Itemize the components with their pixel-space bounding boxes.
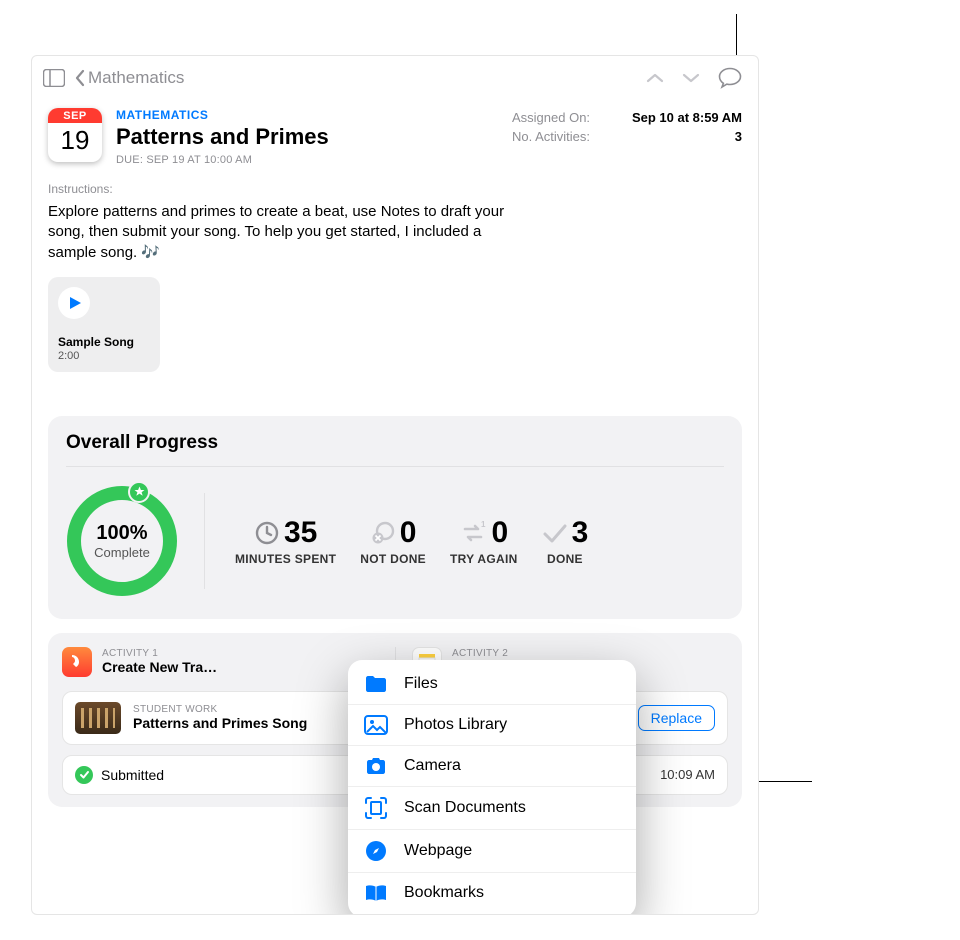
back-label: Mathematics <box>88 68 184 88</box>
stat-tryagain: 1 0 TRY AGAIN <box>450 516 518 566</box>
attachment-title: Sample Song <box>58 335 150 349</box>
garageband-icon <box>62 647 92 677</box>
app-window: Mathematics SEP 19 MATHEMATICS Patterns … <box>31 55 759 915</box>
assignment-title: Patterns and Primes <box>116 124 498 150</box>
work-thumbnail <box>75 702 121 734</box>
clock-icon <box>254 520 280 546</box>
stat-done: 3 DONE <box>542 516 589 566</box>
submitted-time: 10:09 AM <box>660 767 715 782</box>
menu-item-photos[interactable]: Photos Library <box>348 704 636 745</box>
subject-label: MATHEMATICS <box>116 108 498 122</box>
sidebar-toggle-button[interactable] <box>42 66 66 90</box>
progress-percent-label: Complete <box>94 545 150 560</box>
progress-ring: 100% Complete <box>66 485 196 597</box>
notdone-label: NOT DONE <box>360 552 426 566</box>
calendar-month: SEP <box>48 108 102 123</box>
attachment-sample-song[interactable]: Sample Song 2:00 <box>48 277 160 372</box>
back-button[interactable]: Mathematics <box>74 68 184 88</box>
play-button[interactable] <box>58 287 90 319</box>
chevron-up-icon <box>646 72 664 84</box>
instructions-label: Instructions: <box>48 182 742 196</box>
nav-bar: Mathematics <box>32 56 758 100</box>
comment-button[interactable] <box>718 67 742 89</box>
menu-item-scan[interactable]: Scan Documents <box>348 786 636 829</box>
overall-progress-card: Overall Progress 100% Complete <box>48 416 742 619</box>
menu-item-camera[interactable]: Camera <box>348 745 636 786</box>
compass-icon <box>364 840 388 862</box>
attachment-duration: 2:00 <box>58 350 150 362</box>
minutes-value: 35 <box>284 516 317 550</box>
menu-label: Photos Library <box>404 716 507 734</box>
activity-1-name: Create New Tra… <box>102 659 217 675</box>
menu-item-files[interactable]: Files <box>348 664 636 704</box>
play-icon <box>68 296 82 310</box>
instructions-text: Explore patterns and primes to create a … <box>48 202 518 263</box>
due-label: DUE: SEP 19 AT 10:00 AM <box>116 154 498 166</box>
tryagain-value: 0 <box>491 516 508 550</box>
student-work-name: Patterns and Primes Song <box>133 715 307 731</box>
speech-bubble-icon <box>718 67 742 89</box>
notdone-icon <box>370 520 396 546</box>
done-label: DONE <box>542 552 589 566</box>
scan-icon <box>364 797 388 819</box>
menu-item-bookmarks[interactable]: Bookmarks <box>348 872 636 913</box>
notdone-value: 0 <box>400 516 417 550</box>
stat-minutes: 35 MINUTES SPENT <box>235 516 336 566</box>
next-button[interactable] <box>682 72 700 84</box>
prev-button[interactable] <box>646 72 664 84</box>
folder-icon <box>364 674 388 694</box>
menu-label: Webpage <box>404 842 472 860</box>
minutes-label: MINUTES SPENT <box>235 552 336 566</box>
calendar-badge: SEP 19 <box>48 108 102 162</box>
activity-2-label: ACTIVITY 2 <box>452 648 538 659</box>
calendar-day: 19 <box>48 123 102 156</box>
assigned-on-value: Sep 10 at 8:59 AM <box>632 110 742 125</box>
menu-label: Scan Documents <box>404 799 526 817</box>
tryagain-label: TRY AGAIN <box>450 552 518 566</box>
student-work-label: STUDENT WORK <box>133 704 307 715</box>
chevron-left-icon <box>74 69 86 87</box>
add-source-menu: Files Photos Library Camera Scan Documen… <box>348 660 636 915</box>
photo-icon <box>364 715 388 735</box>
done-value: 3 <box>572 516 589 550</box>
menu-label: Camera <box>404 757 461 775</box>
activities-count-value: 3 <box>735 129 742 144</box>
overall-progress-heading: Overall Progress <box>66 432 724 454</box>
activities-count-label: No. Activities: <box>512 129 590 144</box>
menu-label: Bookmarks <box>404 884 484 902</box>
progress-percent: 100% <box>96 522 147 545</box>
activity-1[interactable]: ACTIVITY 1 Create New Tra… <box>62 647 395 677</box>
assigned-on-label: Assigned On: <box>512 110 590 125</box>
assignment-meta: Assigned On: Sep 10 at 8:59 AM No. Activ… <box>512 108 742 166</box>
camera-icon <box>364 756 388 776</box>
book-icon <box>364 883 388 903</box>
replace-button[interactable]: Replace <box>638 705 715 731</box>
chevron-down-icon <box>682 72 700 84</box>
menu-label: Files <box>404 675 438 693</box>
submitted-check-icon <box>75 766 93 784</box>
assignment-header: SEP 19 MATHEMATICS Patterns and Primes D… <box>32 100 758 172</box>
svg-text:1: 1 <box>481 520 486 529</box>
stat-notdone: 0 NOT DONE <box>360 516 426 566</box>
submitted-label: Submitted <box>101 767 164 783</box>
sidebar-icon <box>43 69 65 87</box>
menu-item-webpage[interactable]: Webpage <box>348 829 636 872</box>
check-icon <box>542 520 568 546</box>
activity-1-label: ACTIVITY 1 <box>102 648 217 659</box>
tryagain-icon: 1 <box>459 520 487 546</box>
